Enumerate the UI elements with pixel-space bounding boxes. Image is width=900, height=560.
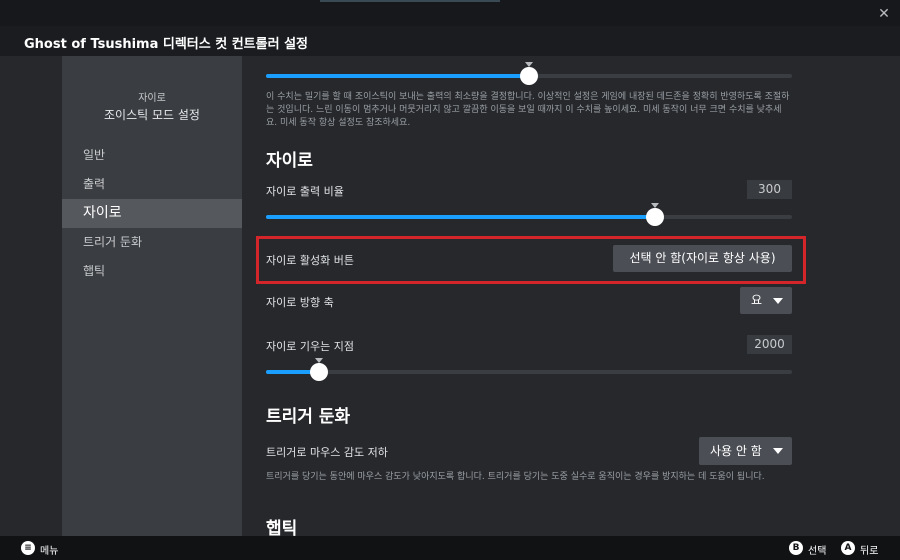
section-title-gyro: 자이로: [266, 151, 313, 171]
a-button-icon[interactable]: A: [841, 541, 855, 555]
sidebar-item-general[interactable]: 일반: [62, 141, 242, 170]
min-output-description: 이 수치는 밀기를 할 때 조이스틱이 보내는 출력의 최소량을 결정합니다. …: [266, 92, 790, 128]
window-title: Ghost of Tsushima 디렉터스 컷 컨트롤러 설정: [24, 37, 309, 52]
slider-knob[interactable]: [309, 363, 328, 381]
slider-fill: [266, 74, 529, 78]
sidebar-item-trigger-damping[interactable]: 트리거 둔화: [62, 228, 242, 257]
dropdown-value: 요: [751, 293, 763, 307]
top-glow: [320, 0, 500, 2]
gyro-output-ratio-label: 자이로 출력 비율: [266, 185, 344, 198]
gyro-tilt-point-label: 자이로 기우는 지점: [266, 340, 354, 353]
gyro-tilt-point-slider[interactable]: [266, 358, 792, 381]
dropdown-value: 사용 안 함: [710, 444, 762, 458]
min-output-slider[interactable]: [266, 62, 792, 85]
gyro-output-ratio-slider[interactable]: [266, 203, 792, 226]
gyro-output-ratio-value[interactable]: 300: [747, 180, 792, 199]
content-area: 자이로 조이스틱 모드 설정 일반 출력 자이로 트리거 둔화 햅틱 이 수치는…: [0, 56, 900, 539]
menu-label[interactable]: 메뉴: [40, 542, 58, 557]
gyro-direction-axis-dropdown[interactable]: 요: [740, 287, 792, 314]
bottom-bar: ≡ 메뉴 B 선택 A 뒤로: [0, 536, 900, 560]
slider-knob[interactable]: [520, 67, 538, 85]
highlight-box: [256, 236, 806, 284]
menu-icon[interactable]: ≡: [21, 541, 35, 555]
top-strip: ✕: [0, 0, 900, 26]
sidebar-subtitle: 자이로: [138, 93, 166, 104]
settings-panel: 이 수치는 밀기를 할 때 조이스틱이 보내는 출력의 최소량을 결정합니다. …: [266, 56, 792, 539]
sidebar-item-output[interactable]: 출력: [62, 170, 242, 199]
sidebar-item-haptic[interactable]: 햅틱: [62, 257, 242, 286]
gyro-tilt-point-value[interactable]: 2000: [747, 335, 792, 354]
title-bar: Ghost of Tsushima 디렉터스 컷 컨트롤러 설정: [0, 26, 900, 56]
section-title-trigger-damping: 트리거 둔화: [266, 407, 351, 427]
sidebar-item-gyro[interactable]: 자이로: [62, 199, 242, 228]
back-label[interactable]: 뒤로: [860, 542, 878, 557]
chevron-down-icon: [773, 297, 783, 304]
chevron-down-icon: [773, 448, 783, 454]
slider-fill: [266, 215, 656, 219]
close-icon[interactable]: ✕: [874, 4, 894, 24]
sidebar: 자이로 조이스틱 모드 설정 일반 출력 자이로 트리거 둔화 햅틱: [62, 56, 242, 536]
slider-knob[interactable]: [646, 208, 665, 226]
gyro-direction-axis-label: 자이로 방향 축: [266, 296, 334, 309]
trigger-description: 트리거를 당기는 동안에 마우스 감도가 낮아지도록 합니다. 트리거를 당기는…: [266, 472, 765, 482]
b-button-icon[interactable]: B: [789, 541, 803, 555]
select-label[interactable]: 선택: [808, 542, 826, 557]
sidebar-title: 조이스틱 모드 설정: [104, 108, 200, 122]
trigger-mouse-sensitivity-dropdown[interactable]: 사용 안 함: [699, 437, 792, 465]
trigger-mouse-sensitivity-label: 트리거로 마우스 감도 저하: [266, 446, 388, 459]
